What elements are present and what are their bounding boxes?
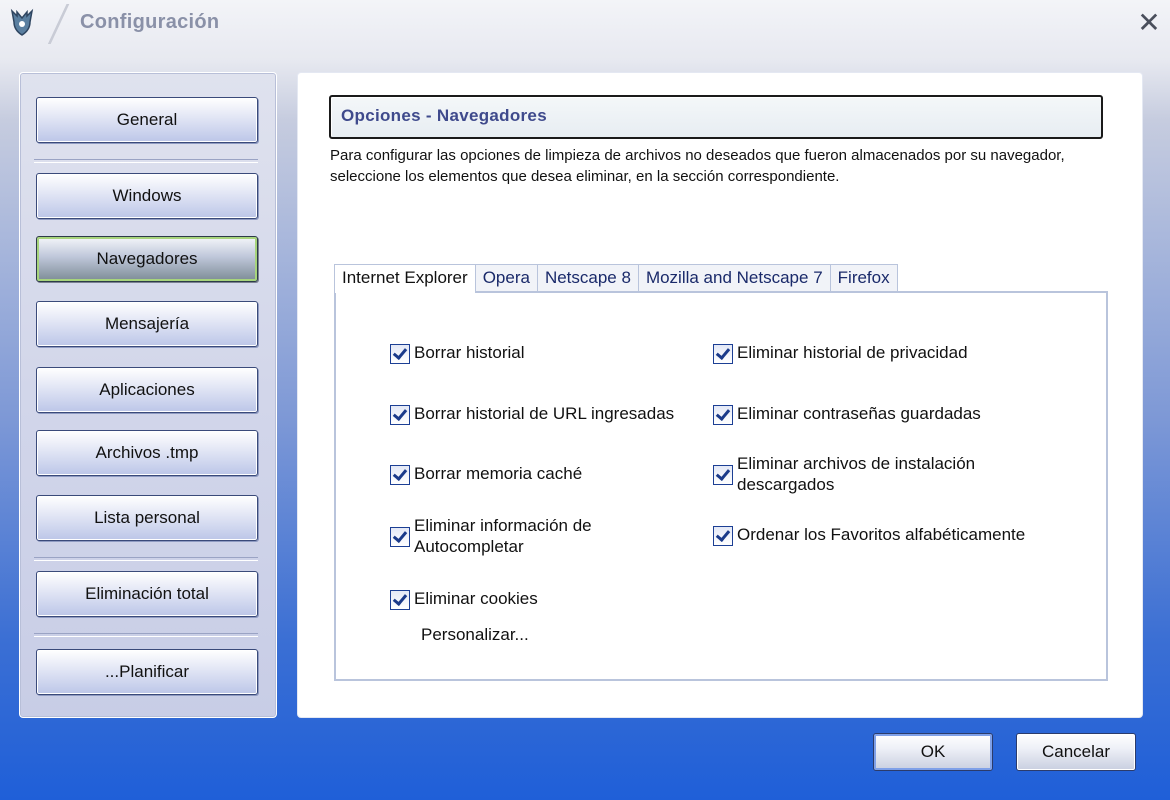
checkbox-label: Borrar historial	[414, 343, 525, 362]
checkbox-eliminar-historial-privacidad[interactable]: Eliminar historial de privacidad	[713, 342, 1053, 364]
nav-separator	[34, 557, 258, 561]
checkbox-borrar-historial-url[interactable]: Borrar historial de URL ingresadas	[390, 403, 690, 425]
tab-netscape-8[interactable]: Netscape 8	[536, 264, 639, 291]
nav-archivos-tmp-button[interactable]: Archivos .tmp	[36, 430, 258, 476]
nav-windows-button[interactable]: Windows	[36, 173, 258, 219]
title-bar: Configuración ✕	[0, 0, 1170, 48]
checkbox-label: Ordenar los Favoritos alfabéticamente	[737, 525, 1026, 544]
nav-eliminacion-total-button[interactable]: Eliminación total	[36, 571, 258, 617]
tab-opera[interactable]: Opera	[474, 264, 538, 291]
checkbox-eliminar-archivos-instalacion[interactable]: Eliminar archivos de instalación descarg…	[713, 453, 1053, 497]
checkbox-borrar-historial[interactable]: Borrar historial	[390, 342, 690, 364]
checkbox-label: Eliminar cookies	[414, 589, 538, 608]
tab-mozilla-netscape-7[interactable]: Mozilla and Netscape 7	[637, 264, 831, 291]
nav-planificar-button[interactable]: ...Planificar	[36, 649, 258, 695]
checkbox-label: Borrar historial de URL ingresadas	[414, 404, 675, 423]
checkbox-ordenar-favoritos[interactable]: Ordenar los Favoritos alfabéticamente	[713, 524, 1053, 546]
checkbox-eliminar-cookies[interactable]: Eliminar cookies	[390, 588, 690, 610]
checkbox-checked-icon[interactable]	[390, 405, 410, 425]
close-icon[interactable]: ✕	[1134, 8, 1164, 38]
tab-internet-explorer[interactable]: Internet Explorer	[334, 264, 476, 293]
checkbox-label: Eliminar contraseñas guardadas	[737, 404, 981, 423]
browser-tabs: Internet Explorer Opera Netscape 8 Mozil…	[334, 264, 898, 293]
tab-firefox[interactable]: Firefox	[829, 264, 898, 291]
nav-mensajeria-button[interactable]: Mensajería	[36, 301, 258, 347]
sidebar: General Windows Navegadores Mensajería A…	[19, 72, 277, 718]
title-separator	[48, 4, 70, 44]
content-panel: Opciones - Navegadores Para configurar l…	[297, 72, 1143, 718]
section-title: Opciones - Navegadores	[341, 106, 547, 125]
checkbox-label: Eliminar información de Autocompletar	[414, 516, 592, 556]
checkbox-label: Eliminar historial de privacidad	[737, 343, 968, 362]
app-logo-icon	[10, 8, 34, 36]
checkbox-checked-icon[interactable]	[713, 465, 733, 485]
nav-separator	[34, 633, 258, 637]
window-title: Configuración	[80, 11, 220, 33]
nav-separator	[34, 159, 258, 163]
checkbox-checked-icon[interactable]	[713, 526, 733, 546]
personalizar-link[interactable]: Personalizar...	[421, 625, 529, 645]
checkbox-borrar-memoria-cache[interactable]: Borrar memoria caché	[390, 463, 690, 485]
section-header: Opciones - Navegadores	[329, 95, 1103, 139]
checkbox-label: Eliminar archivos de instalación descarg…	[737, 454, 976, 494]
checkbox-checked-icon[interactable]	[390, 344, 410, 364]
nav-general-button[interactable]: General	[36, 97, 258, 143]
tab-panel: Borrar historial Borrar historial de URL…	[334, 291, 1108, 681]
nav-navegadores-button[interactable]: Navegadores	[36, 236, 258, 282]
checkbox-checked-icon[interactable]	[390, 527, 410, 547]
checkbox-checked-icon[interactable]	[713, 344, 733, 364]
section-description: Para configurar las opciones de limpieza…	[330, 147, 1065, 185]
checkbox-eliminar-contrasenas[interactable]: Eliminar contraseñas guardadas	[713, 403, 1053, 425]
ok-button[interactable]: OK	[873, 733, 993, 771]
checkbox-checked-icon[interactable]	[713, 405, 733, 425]
cancel-button[interactable]: Cancelar	[1016, 733, 1136, 771]
nav-aplicaciones-button[interactable]: Aplicaciones	[36, 367, 258, 413]
nav-lista-personal-button[interactable]: Lista personal	[36, 495, 258, 541]
checkbox-label: Borrar memoria caché	[414, 464, 583, 483]
checkbox-checked-icon[interactable]	[390, 465, 410, 485]
checkbox-eliminar-autocompletar[interactable]: Eliminar información de Autocompletar	[390, 515, 690, 559]
checkbox-checked-icon[interactable]	[390, 590, 410, 610]
